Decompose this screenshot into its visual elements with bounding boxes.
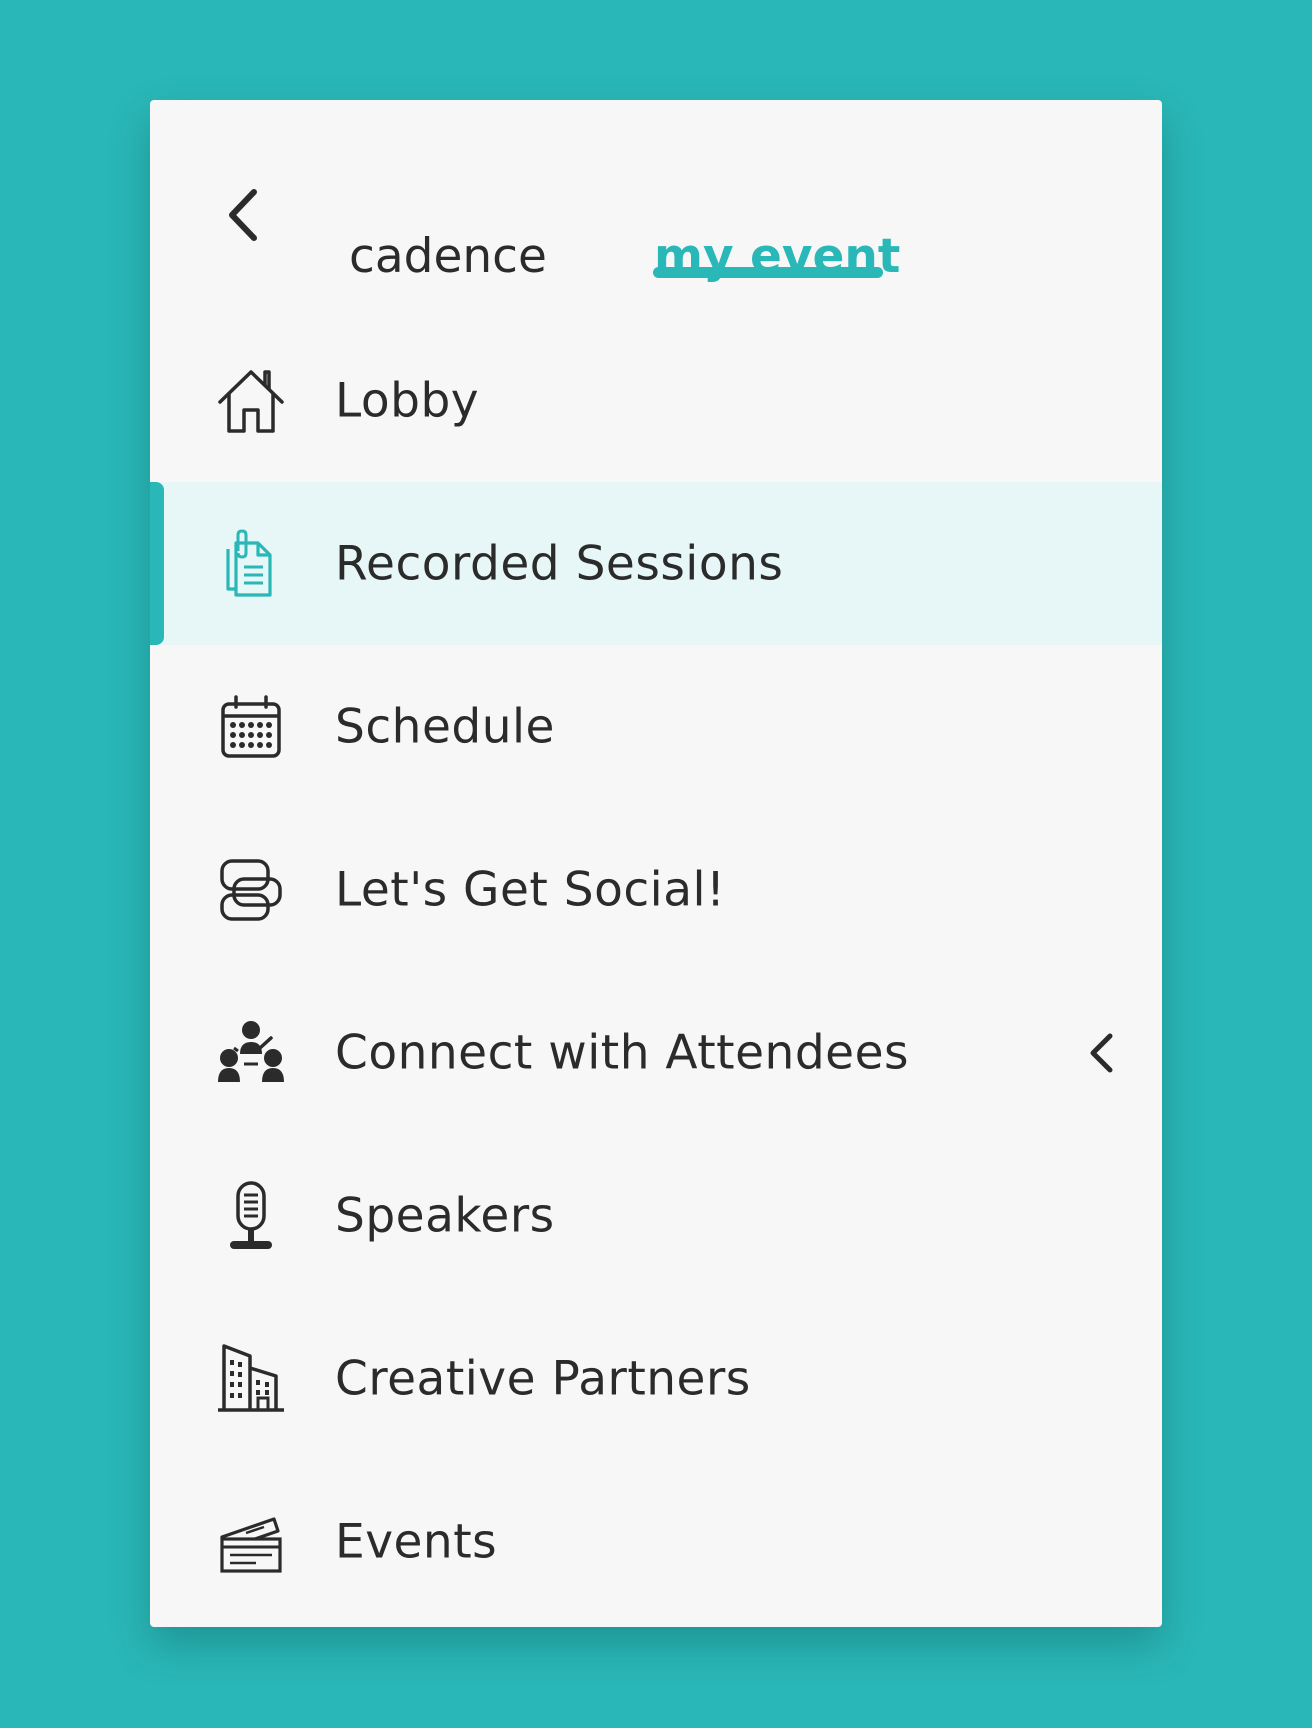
- menu-item-label: Speakers: [335, 1188, 555, 1243]
- people-network-icon: [216, 1018, 286, 1088]
- chevron-left-icon[interactable]: [1084, 1028, 1120, 1078]
- menu-item-label: Creative Partners: [335, 1351, 751, 1406]
- chat-bubbles-icon: [216, 855, 286, 925]
- microphone-icon: [216, 1180, 286, 1251]
- menu-item-label: Schedule: [335, 699, 555, 754]
- menu-item-label: Let's Get Social!: [335, 862, 726, 917]
- active-item-indicator: [150, 482, 164, 645]
- back-button[interactable]: [220, 180, 270, 250]
- menu-item-label: Connect with Attendees: [335, 1025, 909, 1080]
- active-tab-indicator: [653, 267, 883, 278]
- navigation-panel: cadence my event Lobby Recorded Sessions…: [150, 100, 1162, 1627]
- documents-icon: [216, 528, 286, 599]
- house-icon: [216, 366, 286, 436]
- tickets-icon: [216, 1507, 286, 1577]
- tab-cadence[interactable]: cadence: [349, 233, 547, 280]
- panel-header: cadence my event: [150, 100, 1162, 280]
- menu-item-connect-with-attendees[interactable]: Connect with Attendees: [150, 971, 1162, 1134]
- menu-item-lets-get-social[interactable]: Let's Get Social!: [150, 808, 1162, 971]
- menu-item-label: Lobby: [335, 373, 480, 428]
- menu-item-schedule[interactable]: Schedule: [150, 645, 1162, 808]
- menu-item-label: Events: [335, 1514, 498, 1569]
- buildings-icon: [216, 1343, 286, 1414]
- menu-item-label: Recorded Sessions: [335, 536, 784, 591]
- calendar-icon: [216, 692, 286, 762]
- menu-item-lobby[interactable]: Lobby: [150, 319, 1162, 482]
- menu-item-events[interactable]: Events: [150, 1460, 1162, 1623]
- menu-item-recorded-sessions[interactable]: Recorded Sessions: [150, 482, 1162, 645]
- main-menu: Lobby Recorded Sessions Schedule Let's G…: [150, 319, 1162, 1623]
- chevron-left-icon: [229, 189, 257, 241]
- menu-item-creative-partners[interactable]: Creative Partners: [150, 1297, 1162, 1460]
- menu-item-speakers[interactable]: Speakers: [150, 1134, 1162, 1297]
